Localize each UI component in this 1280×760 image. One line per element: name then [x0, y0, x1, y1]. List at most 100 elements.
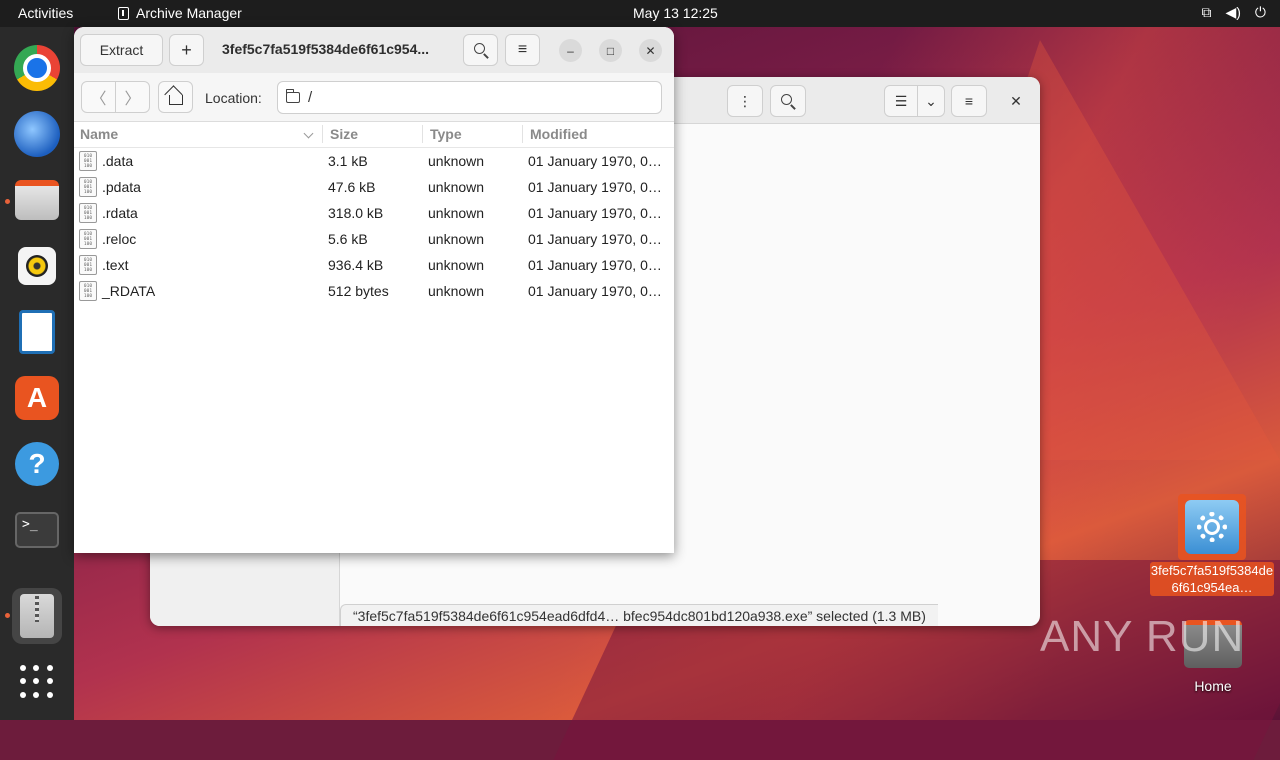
file-modified: 01 January 1970, 0…: [528, 231, 662, 247]
terminal-icon: >_: [15, 512, 59, 548]
file-size: 318.0 kB: [328, 205, 384, 221]
back-button[interactable]: 〈: [81, 81, 116, 113]
maximize-icon: □: [606, 43, 615, 58]
file-name: .rdata: [102, 205, 138, 221]
app-indicator[interactable]: Archive Manager: [118, 5, 242, 21]
file-size: 5.6 kB: [328, 231, 368, 247]
column-separator: [522, 125, 523, 143]
table-row[interactable]: 010 001 100 .data 3.1 kB unknown 01 Januar…: [74, 148, 674, 174]
fm-search-button[interactable]: [770, 85, 806, 117]
fm-menu-button[interactable]: ≡: [951, 85, 987, 117]
rhythmbox-icon: [18, 247, 56, 285]
table-row[interactable]: 010 001 100 .reloc 5.6 kB unknown 01 Janua…: [74, 226, 674, 252]
file-type: unknown: [428, 205, 485, 221]
app-indicator-label: Archive Manager: [136, 5, 242, 21]
binary-file-icon: 010 001 100: [79, 151, 97, 171]
archive-manager-window: Extract + 3fef5c7fa519f5384de6f61c954...…: [74, 27, 674, 553]
forward-button[interactable]: 〉: [115, 81, 150, 113]
dock-archive-manager[interactable]: [12, 588, 62, 644]
anyrun-watermark: ANY RUN: [1040, 612, 1245, 661]
more-options-button[interactable]: ⋮: [727, 85, 763, 117]
dock-rhythmbox[interactable]: [12, 241, 62, 291]
show-apps-icon[interactable]: [20, 665, 54, 699]
column-header-type[interactable]: Type: [430, 121, 462, 147]
search-icon: [781, 94, 792, 105]
binary-file-icon: 010 001 100: [79, 203, 97, 223]
file-type: unknown: [428, 153, 485, 169]
running-indicator: [5, 199, 10, 204]
folder-icon: [285, 89, 300, 103]
executable-gear-icon: [1185, 500, 1239, 554]
hamburger-icon: ≡: [517, 41, 528, 58]
add-files-button[interactable]: +: [169, 34, 204, 66]
volume-icon: ◀): [1225, 4, 1241, 20]
dock-thunderbird[interactable]: [12, 109, 62, 159]
window-title: 3fef5c7fa519f5384de6f61c954...: [222, 41, 430, 57]
column-header-size[interactable]: Size: [330, 121, 358, 147]
clock[interactable]: May 13 12:25: [633, 5, 718, 21]
archive-headerbar: Extract + 3fef5c7fa519f5384de6f61c954...…: [74, 27, 674, 73]
system-tray[interactable]: ⧉ ◀) ⏻: [1201, 4, 1266, 21]
chevron-right-icon: 〉: [124, 91, 141, 108]
minimize-icon: –: [567, 43, 574, 58]
selection-status: “3fef5c7fa519f5384de6f61c954ead6dfd4… bf…: [340, 604, 938, 626]
minimize-button[interactable]: –: [559, 39, 582, 62]
home-icon: [168, 94, 183, 105]
file-type: unknown: [428, 257, 485, 273]
table-row[interactable]: 010 001 100 _RDATA 512 bytes unknown 01 Ja…: [74, 278, 674, 304]
dock-app-center[interactable]: A: [12, 373, 62, 423]
dock-help[interactable]: ?: [12, 439, 62, 489]
binary-file-icon: 010 001 100: [79, 177, 97, 197]
chrome-icon: [14, 45, 60, 91]
power-icon: ⏻: [1254, 4, 1266, 20]
column-separator: [322, 125, 323, 143]
dock-writer[interactable]: [12, 307, 62, 357]
file-name: .text: [102, 257, 129, 273]
help-icon: ?: [15, 442, 59, 486]
column-header-name[interactable]: Name: [80, 121, 118, 147]
chevron-left-icon: 〈: [90, 91, 107, 108]
thunderbird-icon: [14, 111, 60, 157]
dock-chrome[interactable]: [12, 43, 62, 93]
archive-manager-icon: [20, 594, 54, 638]
table-row[interactable]: 010 001 100 .pdata 47.6 kB unknown 01 Janu…: [74, 174, 674, 200]
search-icon: [473, 43, 485, 54]
writer-icon: [19, 310, 55, 354]
column-header-modified[interactable]: Modified: [530, 121, 588, 147]
extract-button[interactable]: Extract: [80, 34, 163, 66]
list-view-button[interactable]: ☰: [884, 85, 918, 117]
close-icon: ✕: [645, 43, 656, 58]
desktop-exe-label: 3fef5c7fa519f5384de6f61c954ea…: [1150, 562, 1274, 596]
sort-descending-icon: [303, 128, 314, 139]
fm-close-button[interactable]: ✕: [1000, 85, 1032, 117]
running-indicator: [5, 613, 10, 618]
dock-terminal[interactable]: >_: [12, 505, 62, 555]
search-button[interactable]: [463, 34, 498, 66]
archive-app-icon: [118, 6, 129, 20]
table-row[interactable]: 010 001 100 .text 936.4 kB unknown 01 Janu…: [74, 252, 674, 278]
file-modified: 01 January 1970, 0…: [528, 153, 662, 169]
file-type: unknown: [428, 283, 485, 299]
close-button[interactable]: ✕: [639, 39, 662, 62]
file-modified: 01 January 1970, 0…: [528, 179, 662, 195]
maximize-button[interactable]: □: [599, 39, 622, 62]
activities-button[interactable]: Activities: [18, 5, 73, 21]
desktop-exe-file[interactable]: 3fef5c7fa519f5384de6f61c954ea…: [1150, 494, 1274, 602]
location-label: Location:: [205, 90, 262, 106]
view-options-button[interactable]: ⌄: [917, 85, 945, 117]
network-icon: ⧉: [1201, 4, 1212, 20]
file-modified: 01 January 1970, 0…: [528, 257, 662, 273]
file-name: _RDATA: [102, 283, 156, 299]
file-type: unknown: [428, 179, 485, 195]
menu-button[interactable]: ≡: [505, 34, 540, 66]
file-name: .data: [102, 153, 134, 169]
column-separator: [422, 125, 423, 143]
files-icon: [15, 180, 59, 220]
dock-files[interactable]: [12, 175, 62, 225]
location-value: /: [308, 89, 313, 106]
home-button[interactable]: [158, 81, 193, 113]
file-name: .pdata: [102, 179, 141, 195]
table-row[interactable]: 010 001 100 .rdata 318.0 kB unknown 01 Jan…: [74, 200, 674, 226]
desktop-home-label: Home: [1194, 678, 1232, 694]
location-field[interactable]: /: [277, 81, 662, 114]
